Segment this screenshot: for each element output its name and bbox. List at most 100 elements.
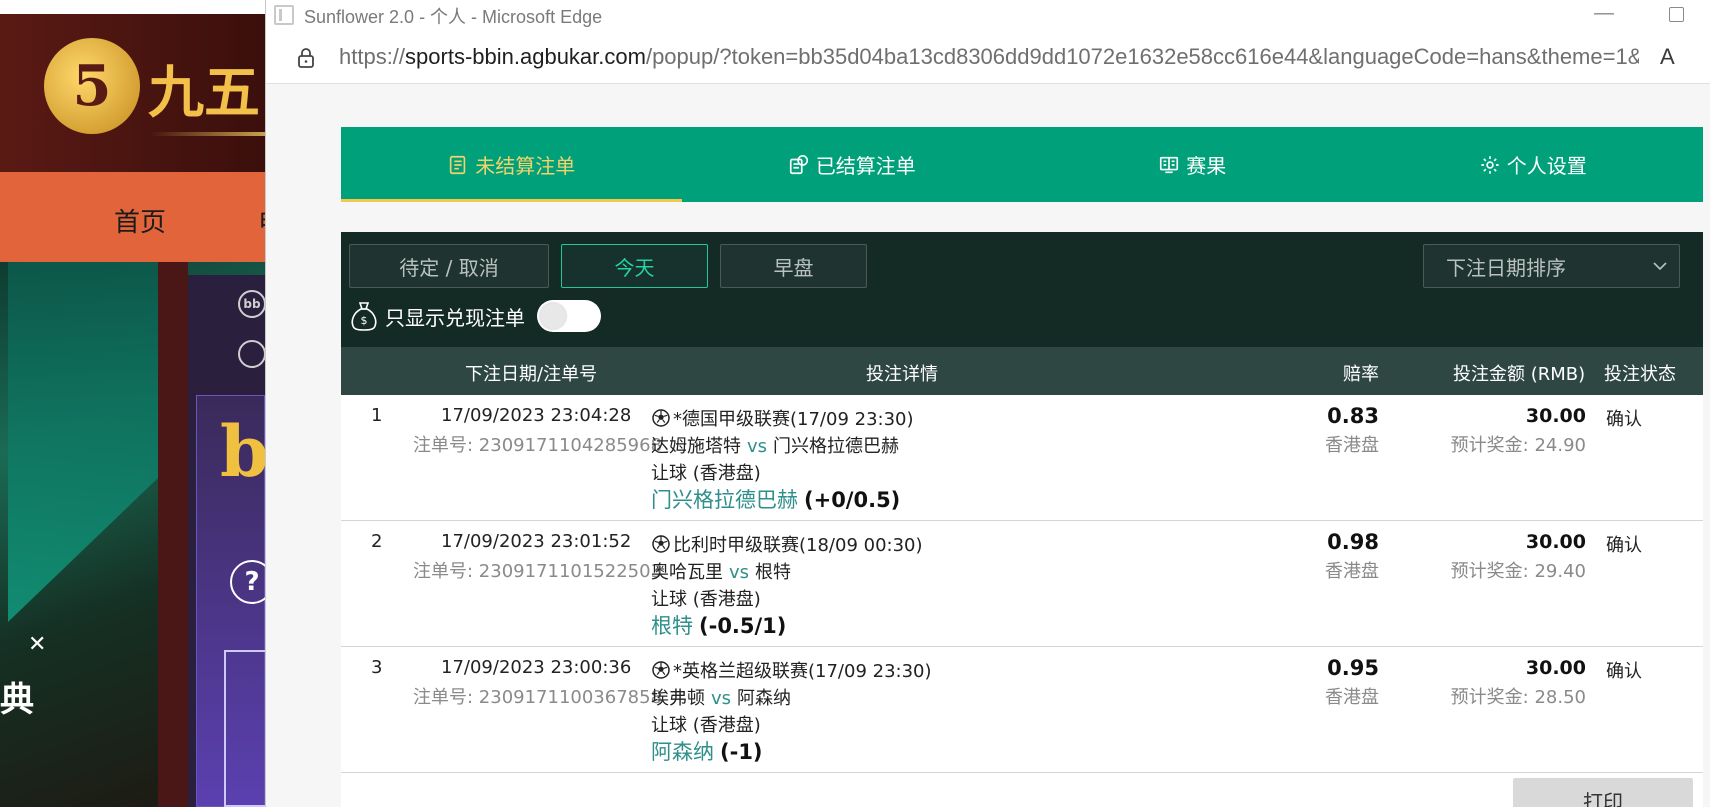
odds-type: 香港盘	[1325, 687, 1379, 708]
cashout-only-label: 只显示兑现注单	[385, 305, 525, 330]
url-path: /popup/?token=bb35d04ba13cd8306dd9dd1072…	[645, 44, 1639, 69]
odds-type: 香港盘	[1325, 435, 1379, 456]
row-index: 1	[371, 405, 383, 426]
market-type: 让球 (香港盘)	[651, 589, 761, 610]
money-bag-icon: $	[351, 302, 377, 331]
page-content: 未结算注单 已结算注单 赛果 个人设置 待定 / 取消 今天 早盘 下注日期排序…	[266, 84, 1710, 807]
lock-icon[interactable]	[294, 46, 318, 70]
tab-results[interactable]: 赛果	[1022, 127, 1363, 202]
away-team: 根特	[755, 562, 792, 583]
table-row: 2 17/09/2023 23:01:52 注单号: 2309171101522…	[341, 521, 1703, 647]
tab-label: 已结算注单	[815, 154, 916, 178]
tab-settled-bets[interactable]: 已结算注单	[682, 127, 1023, 202]
match-teams: 埃弗顿 vs 阿森纳	[651, 684, 791, 710]
maximize-button[interactable]	[1656, 0, 1696, 28]
bet-selection: 门兴格拉德巴赫 (+0/0.5)	[651, 484, 900, 514]
bet-status: 确认	[1606, 409, 1642, 430]
background-site-logo: 5	[44, 38, 140, 134]
estimated-payout: 预计奖金: 29.40	[1450, 561, 1586, 582]
cashout-only-toggle[interactable]	[537, 300, 601, 332]
league-label: *德国甲级联赛(17/09 23:30)	[673, 409, 914, 430]
read-aloud-icon[interactable]: A	[1660, 44, 1675, 70]
column-header-date: 下注日期/注单号	[465, 364, 598, 385]
scoreboard-icon	[1160, 156, 1179, 173]
handicap: (+0/0.5)	[804, 488, 901, 512]
home-team: 埃弗顿	[651, 688, 705, 709]
vs-label: vs	[747, 436, 768, 457]
chip-icon[interactable]: bb	[238, 290, 266, 318]
bet-status: 确认	[1606, 661, 1642, 682]
sort-dropdown[interactable]: 下注日期排序	[1423, 244, 1680, 288]
table-row: 3 17/09/2023 23:00:36 注单号: 2309171100367…	[341, 647, 1703, 773]
early-market-filter-button[interactable]: 早盘	[720, 244, 867, 288]
match-teams: 奥哈瓦里 vs 根特	[651, 558, 791, 584]
home-team: 达姆施塔特	[651, 436, 741, 457]
estimated-payout: 预计奖金: 24.90	[1450, 435, 1586, 456]
selected-team: 根特	[651, 614, 693, 638]
table-header: 下注日期/注单号 投注详情 赔率 投注金额 (RMB) 投注状态	[341, 347, 1703, 395]
market-type: 让球 (香港盘)	[651, 715, 761, 736]
selected-team: 阿森纳	[651, 740, 714, 764]
tab-unsettled-bets[interactable]: 未结算注单	[341, 127, 682, 202]
soccer-ball-icon	[652, 535, 670, 553]
gear-icon	[1481, 155, 1499, 174]
tab-label: 赛果	[1186, 154, 1227, 178]
bets-panel: 待定 / 取消 今天 早盘 下注日期排序 $ 只显示兑现注单 下注日期/注单号 …	[341, 232, 1703, 807]
app-icon	[274, 5, 294, 25]
url-host: sports-bbin.agbukar.com	[405, 44, 646, 69]
league-name: *德国甲级联赛(17/09 23:30)	[651, 405, 914, 431]
close-icon[interactable]: ✕	[28, 632, 46, 657]
main-tabs: 未结算注单 已结算注单 赛果 个人设置	[341, 127, 1703, 202]
bet-datetime: 17/09/2023 23:00:36	[441, 657, 632, 678]
background-site-logo-text: 九五	[148, 60, 260, 126]
window-title-bar: Sunflower 2.0 - 个人 - Microsoft Edge —	[266, 0, 1710, 30]
background-red-strip	[158, 262, 188, 807]
bet-status: 确认	[1606, 535, 1642, 556]
estimated-payout: 预计奖金: 28.50	[1450, 687, 1586, 708]
row-index: 2	[371, 531, 383, 552]
pending-cancel-filter-button[interactable]: 待定 / 取消	[349, 244, 549, 288]
today-filter-button[interactable]: 今天	[561, 244, 708, 288]
game-icon[interactable]	[238, 340, 266, 368]
bet-datetime: 17/09/2023 23:04:28	[441, 405, 632, 426]
background-side-text: 典	[0, 680, 34, 720]
chevron-down-icon	[1653, 262, 1667, 271]
stake-amount: 30.00	[1525, 405, 1586, 427]
selected-team: 门兴格拉德巴赫	[651, 488, 798, 512]
odds-value: 0.83	[1327, 404, 1379, 428]
market-type: 让球 (香港盘)	[651, 463, 761, 484]
tab-settings[interactable]: 个人设置	[1363, 127, 1704, 202]
svg-text:$: $	[361, 314, 368, 327]
soccer-ball-icon	[652, 661, 670, 679]
background-frame-decoration	[224, 650, 265, 807]
url-field[interactable]: https://sports-bbin.agbukar.com/popup/?t…	[339, 44, 1639, 70]
print-button[interactable]: 打印	[1513, 778, 1693, 807]
bet-selection: 阿森纳 (-1)	[651, 736, 763, 766]
handicap: (-0.5/1)	[699, 614, 787, 638]
cashout-only-row: $ 只显示兑现注单	[349, 296, 601, 336]
stake-amount: 30.00	[1525, 531, 1586, 553]
column-header-odds: 赔率	[1343, 364, 1379, 385]
table-row: 1 17/09/2023 23:04:28 注单号: 2309171104285…	[341, 395, 1703, 521]
sort-dropdown-value: 下注日期排序	[1446, 255, 1566, 280]
url-prefix: https://	[339, 44, 406, 69]
vs-label: vs	[729, 562, 750, 583]
bet-number: 注单号: 2309171100367858	[413, 687, 663, 708]
column-header-detail: 投注详情	[866, 364, 938, 385]
odds-type: 香港盘	[1325, 561, 1379, 582]
bet-number: 注单号: 2309171104285968	[413, 435, 663, 456]
bet-datetime: 17/09/2023 23:01:52	[441, 531, 632, 552]
home-team: 奥哈瓦里	[651, 562, 723, 583]
filter-bar: 待定 / 取消 今天 早盘 下注日期排序 $ 只显示兑现注单	[341, 232, 1703, 347]
soccer-ball-icon	[652, 409, 670, 427]
ledger-icon	[450, 155, 466, 174]
minimize-button[interactable]: —	[1584, 0, 1624, 28]
background-nav-home-link[interactable]: 首页	[114, 202, 166, 239]
league-name: *英格兰超级联赛(17/09 23:30)	[651, 657, 932, 683]
address-bar: https://sports-bbin.agbukar.com/popup/?t…	[266, 30, 1710, 84]
tab-label: 个人设置	[1506, 154, 1587, 178]
handicap: (-1)	[720, 740, 763, 764]
odds-value: 0.98	[1327, 530, 1379, 554]
away-team: 阿森纳	[737, 688, 792, 709]
league-name: 比利时甲级联赛(18/09 00:30)	[651, 531, 923, 557]
